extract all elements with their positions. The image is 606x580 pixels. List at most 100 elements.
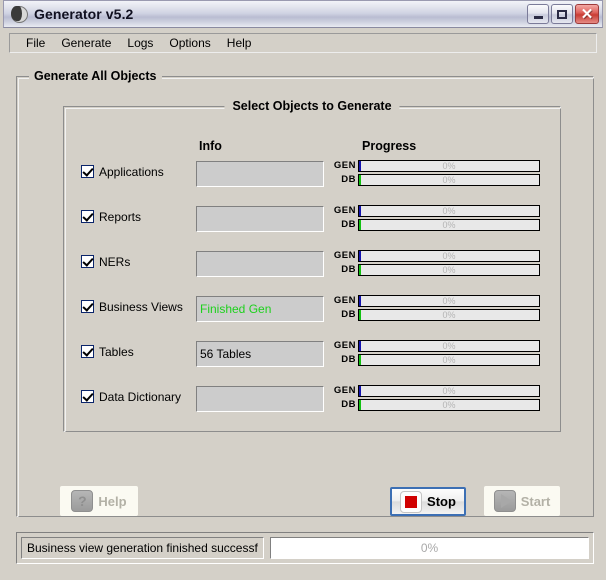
progress-group: GEN 0% DB 0%: [330, 159, 540, 189]
progress-bar-db: 0%: [358, 309, 540, 321]
info-field: [196, 161, 324, 187]
progress-bar-db-text: 0%: [442, 219, 456, 230]
progress-label-db: DB: [341, 264, 356, 276]
progress-bar-db: 0%: [358, 264, 540, 276]
checkbox-box-icon: [81, 255, 94, 268]
menu-item-options[interactable]: Options: [161, 36, 218, 51]
minimize-button[interactable]: [527, 4, 549, 24]
table-row: NERs GEN 0% DB 0%: [3, 247, 606, 281]
checkbox-reports[interactable]: Reports: [81, 210, 141, 223]
checkbox-label: Applications: [99, 164, 164, 179]
menu-bar: File Generate Logs Options Help: [9, 33, 597, 53]
progress-label-db: DB: [341, 399, 356, 411]
window-controls: ✕: [527, 4, 599, 24]
status-bar: Business view generation finished succes…: [16, 532, 594, 564]
progress-line-gen: GEN 0%: [330, 160, 540, 172]
progress-bar-gen: 0%: [358, 250, 540, 262]
play-triangle-icon: [493, 490, 516, 512]
menu-bar-container: File Generate Logs Options Help: [3, 28, 603, 57]
progress-line-gen: GEN 0%: [330, 385, 540, 397]
progress-label-gen: GEN: [333, 160, 356, 172]
menu-item-help[interactable]: Help: [219, 36, 260, 51]
info-field: Finished Gen: [196, 296, 324, 322]
column-header-progress: Progress: [362, 139, 417, 153]
progress-group: GEN 0% DB 0%: [330, 384, 540, 414]
status-message: Business view generation finished succes…: [21, 537, 264, 559]
inner-group-title: Select Objects to Generate: [224, 98, 400, 114]
progress-line-db: DB 0%: [330, 354, 540, 366]
checkbox-applications[interactable]: Applications: [81, 165, 164, 178]
application-window: Generator v5.2 ✕ File Generate Logs Opti…: [0, 0, 606, 580]
progress-bar-db-text: 0%: [442, 264, 456, 275]
stop-button[interactable]: Stop: [390, 487, 466, 516]
progress-bar-gen-text: 0%: [442, 160, 456, 171]
progress-label-gen: GEN: [333, 295, 356, 307]
progress-group: GEN 0% DB 0%: [330, 339, 540, 369]
table-row: Reports GEN 0% DB 0%: [3, 202, 606, 236]
progress-label-db: DB: [341, 219, 356, 231]
progress-bar-gen-text: 0%: [442, 295, 456, 306]
progress-line-gen: GEN 0%: [330, 340, 540, 352]
menu-item-generate[interactable]: Generate: [53, 36, 119, 51]
progress-label-gen: GEN: [333, 340, 356, 352]
close-icon: ✕: [580, 5, 594, 23]
help-button-label: Help: [98, 493, 127, 509]
progress-bar-gen: 0%: [358, 205, 540, 217]
checkbox-tables[interactable]: Tables: [81, 345, 134, 358]
checkbox-label: Reports: [99, 209, 142, 224]
close-button[interactable]: ✕: [575, 4, 599, 24]
moon-app-icon: [10, 5, 28, 23]
progress-line-gen: GEN 0%: [330, 295, 540, 307]
menu-item-file[interactable]: File: [18, 36, 53, 51]
checkbox-ners[interactable]: NERs: [81, 255, 130, 268]
progress-line-db: DB 0%: [330, 309, 540, 321]
progress-bar-gen-text: 0%: [442, 205, 456, 216]
minimize-icon: [533, 16, 543, 19]
title-bar: Generator v5.2 ✕: [3, 0, 603, 28]
progress-label-gen: GEN: [333, 205, 356, 217]
status-progress-bar: 0%: [270, 537, 589, 559]
help-button[interactable]: ? Help: [60, 486, 138, 516]
menu-item-logs[interactable]: Logs: [119, 36, 161, 51]
progress-line-gen: GEN 0%: [330, 250, 540, 262]
start-button[interactable]: Start: [484, 486, 560, 516]
progress-line-gen: GEN 0%: [330, 205, 540, 217]
question-mark-glyph: ?: [78, 493, 87, 509]
info-field: [196, 206, 324, 232]
progress-bar-gen-text: 0%: [442, 385, 456, 396]
checkbox-business-views[interactable]: Business Views: [81, 300, 183, 313]
stop-square-icon: [400, 490, 423, 513]
checkbox-box-icon: [81, 300, 94, 313]
checkbox-box-icon: [81, 390, 94, 403]
checkbox-label: Tables: [99, 344, 134, 359]
column-header-info: Info: [199, 139, 222, 153]
checkbox-box-icon: [81, 345, 94, 358]
progress-bar-db: 0%: [358, 174, 540, 186]
progress-bar-db: 0%: [358, 219, 540, 231]
progress-line-db: DB 0%: [330, 219, 540, 231]
progress-bar-db-text: 0%: [442, 309, 456, 320]
table-row: Tables 56 Tables GEN 0% DB 0%: [3, 337, 606, 371]
window-frame: Generator v5.2 ✕ File Generate Logs Opti…: [0, 0, 606, 580]
window-title: Generator v5.2: [34, 6, 134, 22]
checkbox-label: Data Dictionary: [99, 389, 182, 404]
progress-bar-gen: 0%: [358, 160, 540, 172]
progress-line-db: DB 0%: [330, 264, 540, 276]
progress-bar-gen-text: 0%: [442, 250, 456, 261]
progress-label-db: DB: [341, 354, 356, 366]
progress-group: GEN 0% DB 0%: [330, 204, 540, 234]
maximize-icon: [557, 9, 567, 19]
progress-bar-gen: 0%: [358, 340, 540, 352]
checkbox-box-icon: [81, 210, 94, 223]
table-row: Applications GEN 0% DB 0%: [3, 157, 606, 191]
progress-bar-gen-text: 0%: [442, 340, 456, 351]
table-row: Data Dictionary GEN 0% DB 0%: [3, 382, 606, 416]
question-mark-icon: ?: [71, 490, 94, 512]
outer-group-title: Generate All Objects: [29, 68, 162, 84]
progress-line-db: DB 0%: [330, 174, 540, 186]
progress-bar-gen: 0%: [358, 385, 540, 397]
checkbox-label: NERs: [99, 254, 131, 269]
maximize-button[interactable]: [551, 4, 573, 24]
stop-button-label: Stop: [427, 494, 456, 509]
checkbox-data-dictionary[interactable]: Data Dictionary: [81, 390, 181, 403]
